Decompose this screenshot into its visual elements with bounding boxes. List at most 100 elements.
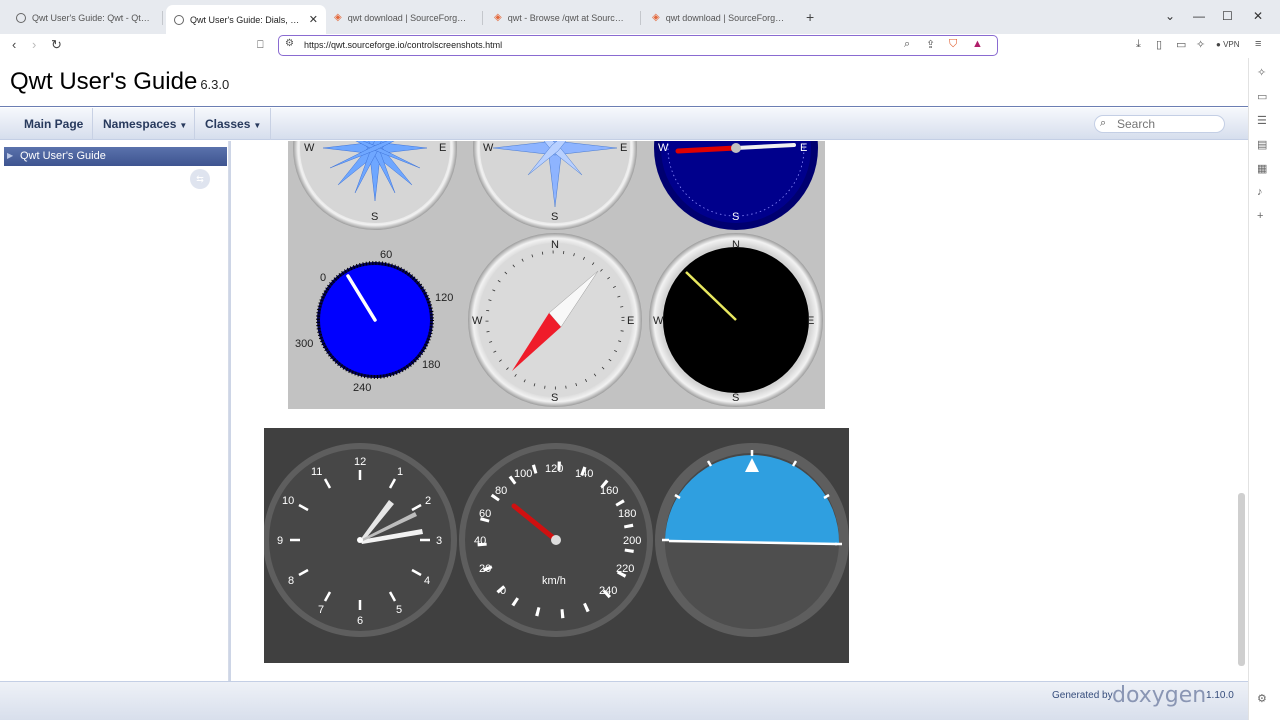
leo-icon[interactable]: ✧ <box>1257 66 1266 79</box>
vpn-button[interactable]: ● VPN <box>1216 40 1240 49</box>
speedo-100: 100 <box>514 468 532 480</box>
forward-icon[interactable]: › <box>32 37 36 52</box>
rewards-icon[interactable]: ▲ <box>972 38 983 50</box>
speedo-160: 160 <box>600 485 618 497</box>
tab-sf-download-1[interactable]: ◈ qwt download | SourceForge.net <box>326 6 476 30</box>
sync-toc-icon[interactable]: ⇆ <box>190 169 210 189</box>
sidebar-toggle-icon[interactable]: ▯ <box>1156 38 1162 51</box>
clock-10: 10 <box>282 495 294 507</box>
expand-arrow-icon[interactable]: ▶ <box>7 151 13 160</box>
clock-6: 6 <box>357 615 363 627</box>
tab-qwt-widgets[interactable]: Qwt User's Guide: Qwt - Qt Widgets <box>8 6 160 30</box>
music-icon[interactable]: ♪ <box>1257 186 1263 198</box>
close-window-icon[interactable]: ✕ <box>1253 9 1263 23</box>
zoom-icon[interactable]: ⌕ <box>904 38 910 51</box>
clock-speedo-image: 12 1 2 3 4 5 6 7 8 9 10 11 0 20 40 60 80… <box>263 443 849 637</box>
nav-item-qwt-guide[interactable]: ▶ Qwt User's Guide <box>4 147 227 166</box>
clock-5: 5 <box>396 604 402 616</box>
compass-n: N <box>551 239 559 251</box>
compass-s: S <box>732 392 739 404</box>
dial-tick-60: 60 <box>380 249 392 261</box>
analog-clock: 12 1 2 3 4 5 6 7 8 9 10 11 <box>263 443 457 637</box>
compass-w: W <box>658 142 669 154</box>
doc-page: Qwt User's Guide 6.3.0 Main Page Namespac… <box>0 58 1248 720</box>
history-icon[interactable]: ▤ <box>1257 138 1267 151</box>
clock-8: 8 <box>288 575 294 587</box>
compass-e: E <box>800 142 807 154</box>
downloads-icon[interactable]: ⤓ <box>1136 38 1141 51</box>
tab-title: qwt download | SourceForge.net <box>665 13 786 23</box>
bookmark-icon[interactable]: ⎕ <box>257 39 264 52</box>
clock-9: 9 <box>277 535 283 547</box>
playlist-icon[interactable]: ▦ <box>1257 162 1267 175</box>
compass-w: W <box>483 142 494 154</box>
browser-side-rail: ✧ ▭ ☰ ▤ ▦ ♪ + ⚙ <box>1248 58 1280 720</box>
leo-ai-icon[interactable]: ✧ <box>1196 38 1205 51</box>
tab-sf-browse[interactable]: ◈ qwt - Browse /qwt at SourceForge.n <box>486 6 636 30</box>
menu-icon[interactable]: ≡ <box>1255 38 1261 50</box>
compass-dials-screenshot: W E S W E S W E S 60 0 120 300 180 240 N… <box>288 141 825 409</box>
reading-list-icon[interactable]: ▭ <box>1257 90 1267 103</box>
generated-by-label: Generated by <box>1052 690 1113 701</box>
speedo-140: 140 <box>575 468 593 480</box>
tab-title: Qwt User's Guide: Qwt - Qt Widgets <box>32 13 152 23</box>
close-tab-icon[interactable]: ✕ <box>309 13 318 26</box>
compass-rose-2: W E S <box>473 141 637 230</box>
tab-sf-download-2[interactable]: ◈ qwt download | SourceForge.net <box>644 6 794 30</box>
tab-list-chevron-icon[interactable]: ⌄ <box>1165 9 1175 23</box>
attitude-indicator <box>655 443 849 637</box>
sourceforge-icon: ◈ <box>494 12 502 23</box>
menu-namespaces-label: Namespaces <box>103 117 177 131</box>
maximize-icon[interactable]: ☐ <box>1222 9 1233 23</box>
clock-2: 2 <box>425 495 431 507</box>
search-input[interactable] <box>1117 117 1221 131</box>
caret-down-icon: ▼ <box>253 121 262 130</box>
site-info-icon[interactable]: ⚙ <box>285 38 294 49</box>
caret-down-icon: ▼ <box>179 121 188 130</box>
back-icon[interactable]: ‹ <box>12 37 16 52</box>
minimize-icon[interactable]: — <box>1193 9 1205 23</box>
doxygen-version: 1.10.0 <box>1206 690 1234 701</box>
compass-e: E <box>620 142 627 154</box>
speedo-180: 180 <box>618 508 636 520</box>
compass-s: S <box>732 211 739 223</box>
project-version: 6.3.0 <box>200 77 230 92</box>
scrollbar-thumb[interactable] <box>1238 493 1245 666</box>
menu-namespaces[interactable]: Namespaces ▼ <box>103 117 187 131</box>
compass-dials-image: W E S W E S W E S 60 0 120 300 180 240 N… <box>293 141 823 407</box>
speedo-20: 20 <box>479 563 491 575</box>
wallet-icon[interactable]: ▭ <box>1176 38 1186 51</box>
tab-title: qwt - Browse /qwt at SourceForge.n <box>507 13 628 23</box>
compass-w: W <box>472 315 483 327</box>
menu-classes[interactable]: Classes ▼ <box>205 117 261 131</box>
menu-classes-label: Classes <box>205 117 251 131</box>
add-panel-icon[interactable]: + <box>1257 210 1263 222</box>
search-box[interactable]: ⌕ <box>1094 115 1225 133</box>
sourceforge-icon: ◈ <box>652 12 660 23</box>
clock-4: 4 <box>424 575 430 587</box>
bookmarks-icon[interactable]: ☰ <box>1257 114 1267 127</box>
speedometer: 0 20 40 60 80 100 120 140 160 180 200 22… <box>459 443 653 637</box>
clock-3: 3 <box>436 535 442 547</box>
doxygen-logo[interactable]: doxygen <box>1112 683 1206 708</box>
nav-item-label: Qwt User's Guide <box>20 150 106 162</box>
speedo-0: 0 <box>500 585 506 597</box>
main-menu: Main Page Namespaces ▼ Classes ▼ ⌕ <box>0 108 1248 140</box>
new-tab-icon[interactable]: + <box>806 9 814 25</box>
menu-main-page[interactable]: Main Page <box>24 117 83 131</box>
compass-n: N <box>732 239 740 251</box>
project-title: Qwt User's Guide 6.3.0 <box>10 68 229 96</box>
settings-gear-icon[interactable]: ⚙ <box>1257 692 1267 705</box>
tab-dials-compass[interactable]: Qwt User's Guide: Dials, Comp ✕ <box>166 5 326 34</box>
needle-compass: N W E S <box>468 233 642 407</box>
brave-shield-icon[interactable]: ⛉ <box>949 38 957 51</box>
page-footer: Generated by doxygen 1.10.0 <box>0 681 1248 720</box>
reload-icon[interactable]: ↻ <box>51 37 62 53</box>
dial-tick-240: 240 <box>353 382 371 394</box>
nav-tree: ▶ Qwt User's Guide ⇆ <box>0 141 229 681</box>
share-icon[interactable]: ⇪ <box>926 38 935 51</box>
compass-w: W <box>653 315 664 327</box>
compass-e: E <box>627 315 634 327</box>
address-bar[interactable]: ⚙ https://qwt.sourceforge.io/controlscre… <box>278 35 998 56</box>
globe-icon <box>174 14 184 25</box>
